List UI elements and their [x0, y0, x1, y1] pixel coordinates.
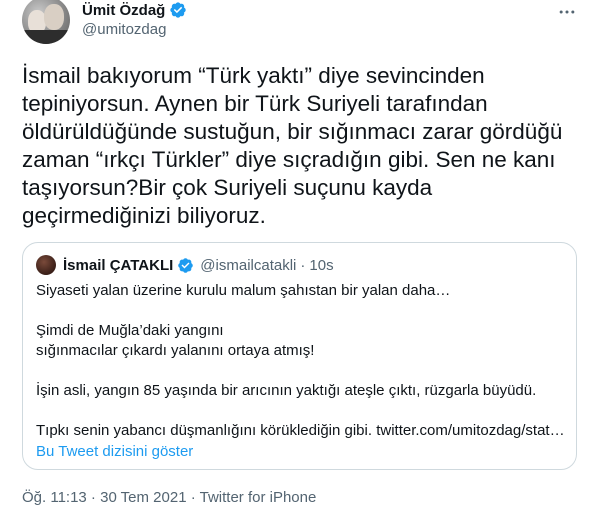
separator-dot: · — [300, 256, 306, 274]
author-avatar[interactable] — [22, 0, 70, 44]
quoted-author-handle: @ismailcatakli — [200, 256, 297, 274]
quoted-time[interactable]: 10s — [309, 257, 333, 274]
quoted-line: Şimdi de Muğla’daki yangını — [36, 322, 224, 339]
quoted-author-name: İsmail ÇATAKLI — [63, 256, 174, 274]
author-display-name[interactable]: Ümit Özdağ — [82, 2, 165, 19]
verified-badge-icon — [170, 2, 187, 18]
author-name-row: Ümit Özdağ — [82, 0, 187, 20]
quoted-tweet[interactable]: İsmail ÇATAKLI @ismailcatakli · 10s Siya… — [22, 242, 577, 470]
show-thread-link[interactable]: Bu Tweet dizisini göster — [36, 443, 193, 460]
quoted-blank-line — [36, 301, 566, 321]
quoted-line: sığınmacılar çıkardı yalanını ortaya atm… — [36, 342, 315, 359]
author-handle[interactable]: @umitozdag — [82, 21, 166, 38]
quoted-tweet-text: Siyaseti yalan üzerine kurulu malum şahı… — [36, 281, 566, 441]
more-options-icon — [559, 10, 575, 14]
verified-badge-icon — [178, 257, 194, 273]
quoted-blank-line — [36, 401, 566, 421]
quoted-author-avatar — [36, 255, 56, 275]
quoted-line: İşin asli, yangın 85 yaşında bir arıcını… — [36, 382, 537, 399]
quoted-tweet-header: İsmail ÇATAKLI @ismailcatakli · 10s — [36, 255, 334, 275]
quoted-line-with-link: Tıpkı senin yabancı düşmanlığını körükle… — [36, 422, 565, 439]
quoted-blank-line — [36, 361, 566, 381]
quoted-line: Siyaseti yalan üzerine kurulu malum şahı… — [36, 282, 451, 299]
tweet-timestamp-footer[interactable]: Öğ. 11:13 · 30 Tem 2021 · Twitter for iP… — [22, 489, 316, 506]
tweet-header: Ümit Özdağ @umitozdag — [22, 0, 594, 46]
more-options-button[interactable] — [554, 2, 580, 22]
tweet-text: İsmail bakıyorum “Türk yaktı” diye sevin… — [22, 63, 569, 228]
